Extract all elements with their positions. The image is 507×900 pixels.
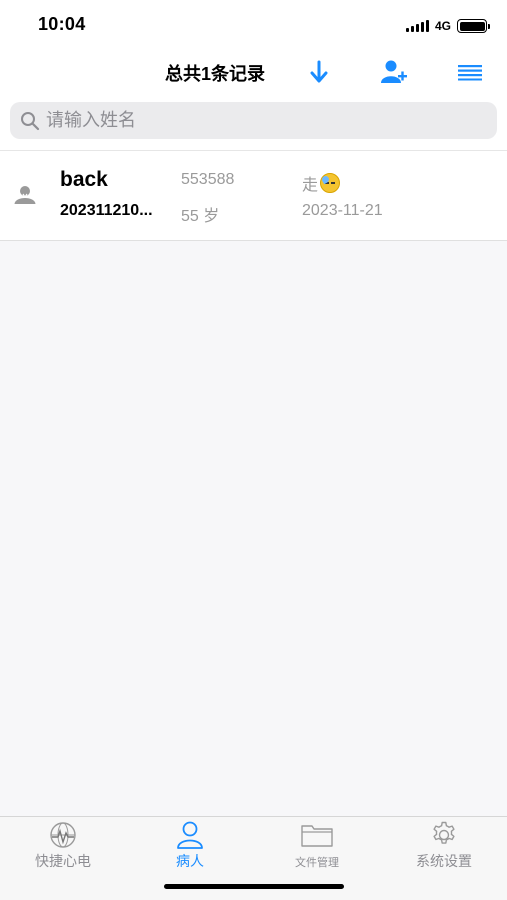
page-title: 总共1条记录 bbox=[165, 64, 266, 84]
patient-record-id: 202311210... bbox=[60, 202, 153, 219]
tab-patients[interactable]: 病人 bbox=[127, 821, 253, 871]
tab-label: 快捷心电 bbox=[35, 853, 91, 869]
person-icon bbox=[177, 821, 203, 849]
patient-avatar-icon bbox=[14, 186, 36, 204]
patient-status-text: 走 bbox=[302, 177, 319, 194]
tab-file-management[interactable]: 文件管理 bbox=[254, 821, 380, 871]
patient-list: back 202311210... 553588 55 岁 走 2023-11-… bbox=[0, 150, 507, 241]
download-button[interactable] bbox=[303, 56, 335, 88]
tab-quick-ecg[interactable]: 快捷心电 bbox=[0, 821, 126, 871]
patient-age: 55 岁 bbox=[181, 208, 220, 225]
ecg-globe-icon bbox=[50, 822, 76, 848]
menu-icon bbox=[458, 65, 482, 81]
download-icon bbox=[310, 60, 328, 83]
sad-face-emoji-icon bbox=[320, 173, 341, 193]
search-box[interactable] bbox=[10, 102, 497, 139]
tab-label: 系统设置 bbox=[416, 853, 472, 869]
patient-date: 2023-11-21 bbox=[302, 202, 383, 219]
battery-icon bbox=[457, 19, 490, 33]
status-bar: 10:04 4G bbox=[0, 0, 507, 50]
patient-status: 走 bbox=[302, 171, 341, 195]
tab-label: 病人 bbox=[176, 853, 204, 869]
status-time: 10:04 bbox=[38, 14, 86, 34]
nav-bar: 总共1条记录 bbox=[0, 50, 507, 94]
search-input[interactable] bbox=[46, 110, 466, 131]
patient-name: back bbox=[60, 168, 108, 191]
tab-system-settings[interactable]: 系统设置 bbox=[381, 821, 507, 871]
menu-button[interactable] bbox=[454, 56, 486, 88]
patient-row[interactable]: back 202311210... 553588 55 岁 走 2023-11-… bbox=[0, 151, 507, 240]
add-user-icon bbox=[381, 60, 407, 83]
search-bar bbox=[0, 94, 507, 150]
network-type: 4G bbox=[434, 19, 451, 33]
add-patient-button[interactable] bbox=[378, 56, 410, 88]
folder-icon bbox=[301, 825, 333, 847]
signal-icon bbox=[405, 20, 429, 32]
home-indicator[interactable] bbox=[164, 884, 344, 889]
tab-label: 文件管理 bbox=[295, 857, 339, 869]
patient-code: 553588 bbox=[181, 171, 235, 188]
status-indicators: 4G bbox=[405, 16, 490, 36]
search-icon bbox=[21, 111, 40, 130]
gear-icon bbox=[433, 821, 455, 844]
